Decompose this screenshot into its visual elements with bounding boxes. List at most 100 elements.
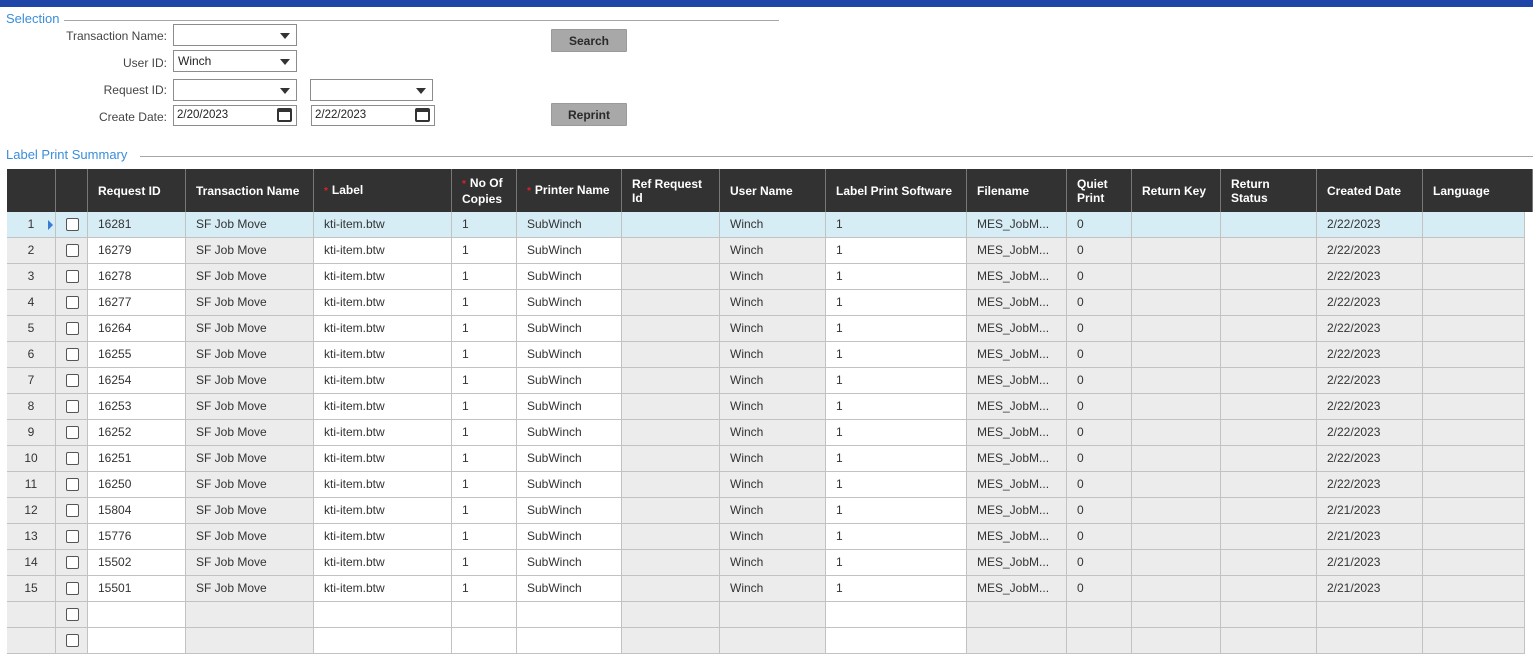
reprint-button[interactable]: Reprint <box>551 103 627 126</box>
row-checkbox[interactable] <box>66 530 79 543</box>
cell-row-select[interactable] <box>56 342 88 368</box>
cell-row-select[interactable] <box>56 498 88 524</box>
row-checkbox[interactable] <box>66 634 79 647</box>
required-marker: * <box>527 185 531 197</box>
column-header-quiet-print[interactable]: Quiet Print <box>1067 169 1132 212</box>
row-checkbox[interactable] <box>66 374 79 387</box>
request-id-to-select[interactable] <box>310 79 433 101</box>
row-checkbox[interactable] <box>66 426 79 439</box>
table-row[interactable]: 5 16264 SF Job Move kti-item.btw 1 SubWinch Wi… <box>7 316 1525 342</box>
cell-ref-request-id <box>622 446 720 472</box>
column-header-return-status[interactable]: Return Status <box>1221 169 1317 212</box>
cell-row-select[interactable] <box>56 264 88 290</box>
column-header-label[interactable]: * Label <box>314 169 452 212</box>
row-checkbox[interactable] <box>66 218 79 231</box>
column-header-row-select[interactable] <box>56 169 88 212</box>
cell-row-select[interactable] <box>56 576 88 602</box>
cell-printer-name: SubWinch <box>517 446 622 472</box>
table-row[interactable]: 1 16281 SF Job Move kti-item.btw 1 SubWinch Wi… <box>7 212 1525 238</box>
table-row[interactable]: 9 16252 SF Job Move kti-item.btw 1 SubWinch Wi… <box>7 420 1525 446</box>
calendar-icon[interactable] <box>277 108 292 122</box>
cell-return-key <box>1132 576 1221 602</box>
row-checkbox[interactable] <box>66 478 79 491</box>
row-checkbox[interactable] <box>66 452 79 465</box>
column-header-label-print-software[interactable]: Label Print Software <box>826 169 967 212</box>
cell-row-select[interactable] <box>56 212 88 238</box>
cell-return-status <box>1221 394 1317 420</box>
column-header-filename[interactable]: Filename <box>967 169 1067 212</box>
transaction-name-select[interactable] <box>173 24 297 46</box>
cell-transaction-name: SF Job Move <box>186 550 314 576</box>
column-header-ref-request-id[interactable]: Ref Request Id <box>622 169 720 212</box>
table-row[interactable]: 15 15501 SF Job Move kti-item.btw 1 SubWinch W… <box>7 576 1525 602</box>
cell-row-select[interactable] <box>56 238 88 264</box>
row-checkbox[interactable] <box>66 244 79 257</box>
table-row[interactable] <box>7 602 1525 628</box>
column-header-language[interactable]: Language <box>1423 169 1533 212</box>
column-header-row-number[interactable] <box>7 169 56 212</box>
create-date-to-field[interactable]: 2/22/2023 <box>311 105 435 126</box>
cell-return-key <box>1132 290 1221 316</box>
table-row[interactable]: 14 15502 SF Job Move kti-item.btw 1 SubWinch W… <box>7 550 1525 576</box>
cell-row-select[interactable] <box>56 290 88 316</box>
table-row[interactable]: 11 16250 SF Job Move kti-item.btw 1 SubWinch W… <box>7 472 1525 498</box>
row-checkbox[interactable] <box>66 296 79 309</box>
cell-row-select[interactable] <box>56 394 88 420</box>
table-row[interactable]: 4 16277 SF Job Move kti-item.btw 1 SubWinch Wi… <box>7 290 1525 316</box>
cell-row-select[interactable] <box>56 602 88 628</box>
cell-created-date: 2/22/2023 <box>1317 368 1423 394</box>
cell-created-date: 2/22/2023 <box>1317 446 1423 472</box>
column-header-label: Printer Name <box>534 182 610 197</box>
column-header-user-name[interactable]: User Name <box>720 169 826 212</box>
table-row[interactable]: 8 16253 SF Job Move kti-item.btw 1 SubWinch Wi… <box>7 394 1525 420</box>
cell-printer-name: SubWinch <box>517 368 622 394</box>
row-checkbox[interactable] <box>66 322 79 335</box>
cell-return-key <box>1132 472 1221 498</box>
row-checkbox[interactable] <box>66 348 79 361</box>
table-row[interactable]: 10 16251 SF Job Move kti-item.btw 1 SubWinch W… <box>7 446 1525 472</box>
table-row[interactable]: 6 16255 SF Job Move kti-item.btw 1 SubWinch Wi… <box>7 342 1525 368</box>
cell-user-name <box>720 602 826 628</box>
cell-row-select[interactable] <box>56 628 88 654</box>
user-id-select[interactable]: Winch <box>173 50 297 72</box>
table-row[interactable]: 7 16254 SF Job Move kti-item.btw 1 SubWinch Wi… <box>7 368 1525 394</box>
cell-row-number: 3 <box>7 264 56 290</box>
cell-row-select[interactable] <box>56 550 88 576</box>
row-checkbox[interactable] <box>66 270 79 283</box>
table-row[interactable]: 12 15804 SF Job Move kti-item.btw 1 SubWinch W… <box>7 498 1525 524</box>
row-checkbox[interactable] <box>66 608 79 621</box>
cell-row-select[interactable] <box>56 420 88 446</box>
request-id-from-select[interactable] <box>173 79 297 101</box>
cell-language <box>1423 238 1525 264</box>
row-checkbox[interactable] <box>66 400 79 413</box>
table-row[interactable]: 3 16278 SF Job Move kti-item.btw 1 SubWinch Wi… <box>7 264 1525 290</box>
search-button[interactable]: Search <box>551 29 627 52</box>
cell-row-select[interactable] <box>56 316 88 342</box>
table-row[interactable]: 13 15776 SF Job Move kti-item.btw 1 SubWinch W… <box>7 524 1525 550</box>
column-header-return-key[interactable]: Return Key <box>1132 169 1221 212</box>
table-row[interactable] <box>7 628 1525 654</box>
column-header-printer-name[interactable]: * Printer Name <box>517 169 622 212</box>
column-header-request-id[interactable]: Request ID <box>88 169 186 212</box>
column-header-transaction-name[interactable]: Transaction Name <box>186 169 314 212</box>
cell-filename: MES_JobM... <box>967 576 1067 602</box>
cell-language <box>1423 576 1525 602</box>
row-checkbox[interactable] <box>66 582 79 595</box>
calendar-icon[interactable] <box>415 108 430 122</box>
column-header-label: Language <box>1433 183 1490 198</box>
row-checkbox[interactable] <box>66 504 79 517</box>
column-header-created-date[interactable]: Created Date <box>1317 169 1423 212</box>
cell-row-number: 5 <box>7 316 56 342</box>
column-header-no-of-copies[interactable]: * No Of Copies <box>452 169 517 212</box>
create-date-from-field[interactable]: 2/20/2023 <box>173 105 297 126</box>
cell-row-select[interactable] <box>56 524 88 550</box>
table-row[interactable]: 2 16279 SF Job Move kti-item.btw 1 SubWinch Wi… <box>7 238 1525 264</box>
cell-user-name: Winch <box>720 394 826 420</box>
cell-row-select[interactable] <box>56 446 88 472</box>
row-checkbox[interactable] <box>66 556 79 569</box>
required-marker: * <box>462 178 466 190</box>
cell-row-select[interactable] <box>56 472 88 498</box>
cell-row-number: 2 <box>7 238 56 264</box>
cell-no-of-copies: 1 <box>452 420 517 446</box>
cell-row-select[interactable] <box>56 368 88 394</box>
